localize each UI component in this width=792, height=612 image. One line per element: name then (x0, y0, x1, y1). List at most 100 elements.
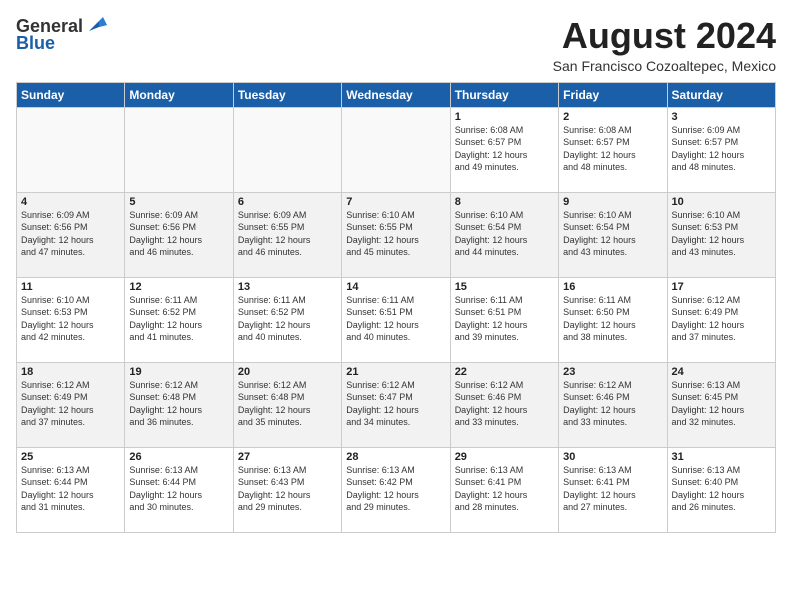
day-info: Sunrise: 6:08 AM Sunset: 6:57 PM Dayligh… (563, 124, 662, 174)
table-row: 27Sunrise: 6:13 AM Sunset: 6:43 PM Dayli… (233, 447, 341, 532)
day-number: 28 (346, 451, 445, 463)
day-info: Sunrise: 6:12 AM Sunset: 6:47 PM Dayligh… (346, 379, 445, 429)
day-number: 29 (455, 451, 554, 463)
table-row: 16Sunrise: 6:11 AM Sunset: 6:50 PM Dayli… (559, 277, 667, 362)
col-tuesday: Tuesday (233, 82, 341, 107)
calendar-week-row: 18Sunrise: 6:12 AM Sunset: 6:49 PM Dayli… (17, 362, 776, 447)
table-row: 14Sunrise: 6:11 AM Sunset: 6:51 PM Dayli… (342, 277, 450, 362)
day-info: Sunrise: 6:12 AM Sunset: 6:49 PM Dayligh… (21, 379, 120, 429)
table-row: 2Sunrise: 6:08 AM Sunset: 6:57 PM Daylig… (559, 107, 667, 192)
table-row: 4Sunrise: 6:09 AM Sunset: 6:56 PM Daylig… (17, 192, 125, 277)
table-row: 30Sunrise: 6:13 AM Sunset: 6:41 PM Dayli… (559, 447, 667, 532)
day-info: Sunrise: 6:11 AM Sunset: 6:51 PM Dayligh… (346, 294, 445, 344)
table-row: 12Sunrise: 6:11 AM Sunset: 6:52 PM Dayli… (125, 277, 233, 362)
day-number: 9 (563, 196, 662, 208)
day-number: 1 (455, 111, 554, 123)
table-row: 23Sunrise: 6:12 AM Sunset: 6:46 PM Dayli… (559, 362, 667, 447)
day-info: Sunrise: 6:13 AM Sunset: 6:44 PM Dayligh… (21, 464, 120, 514)
table-row: 10Sunrise: 6:10 AM Sunset: 6:53 PM Dayli… (667, 192, 775, 277)
table-row: 6Sunrise: 6:09 AM Sunset: 6:55 PM Daylig… (233, 192, 341, 277)
day-number: 17 (672, 281, 771, 293)
table-row: 17Sunrise: 6:12 AM Sunset: 6:49 PM Dayli… (667, 277, 775, 362)
table-row: 15Sunrise: 6:11 AM Sunset: 6:51 PM Dayli… (450, 277, 558, 362)
table-row: 18Sunrise: 6:12 AM Sunset: 6:49 PM Dayli… (17, 362, 125, 447)
subtitle: San Francisco Cozoaltepec, Mexico (553, 58, 776, 74)
day-info: Sunrise: 6:13 AM Sunset: 6:44 PM Dayligh… (129, 464, 228, 514)
day-info: Sunrise: 6:11 AM Sunset: 6:52 PM Dayligh… (129, 294, 228, 344)
day-number: 12 (129, 281, 228, 293)
col-friday: Friday (559, 82, 667, 107)
day-info: Sunrise: 6:13 AM Sunset: 6:42 PM Dayligh… (346, 464, 445, 514)
table-row: 22Sunrise: 6:12 AM Sunset: 6:46 PM Dayli… (450, 362, 558, 447)
day-number: 4 (21, 196, 120, 208)
table-row: 29Sunrise: 6:13 AM Sunset: 6:41 PM Dayli… (450, 447, 558, 532)
title-block: August 2024 San Francisco Cozoaltepec, M… (553, 16, 776, 74)
day-number: 11 (21, 281, 120, 293)
day-number: 15 (455, 281, 554, 293)
day-info: Sunrise: 6:09 AM Sunset: 6:55 PM Dayligh… (238, 209, 337, 259)
day-number: 3 (672, 111, 771, 123)
day-info: Sunrise: 6:13 AM Sunset: 6:45 PM Dayligh… (672, 379, 771, 429)
calendar-week-row: 1Sunrise: 6:08 AM Sunset: 6:57 PM Daylig… (17, 107, 776, 192)
day-info: Sunrise: 6:13 AM Sunset: 6:41 PM Dayligh… (455, 464, 554, 514)
day-info: Sunrise: 6:09 AM Sunset: 6:56 PM Dayligh… (21, 209, 120, 259)
table-row (17, 107, 125, 192)
table-row: 28Sunrise: 6:13 AM Sunset: 6:42 PM Dayli… (342, 447, 450, 532)
table-row (233, 107, 341, 192)
day-info: Sunrise: 6:10 AM Sunset: 6:55 PM Dayligh… (346, 209, 445, 259)
day-number: 19 (129, 366, 228, 378)
day-info: Sunrise: 6:12 AM Sunset: 6:49 PM Dayligh… (672, 294, 771, 344)
day-info: Sunrise: 6:10 AM Sunset: 6:54 PM Dayligh… (563, 209, 662, 259)
calendar-week-row: 11Sunrise: 6:10 AM Sunset: 6:53 PM Dayli… (17, 277, 776, 362)
main-title: August 2024 (553, 16, 776, 56)
col-monday: Monday (125, 82, 233, 107)
table-row (125, 107, 233, 192)
day-info: Sunrise: 6:10 AM Sunset: 6:54 PM Dayligh… (455, 209, 554, 259)
day-number: 6 (238, 196, 337, 208)
day-number: 20 (238, 366, 337, 378)
day-number: 5 (129, 196, 228, 208)
col-thursday: Thursday (450, 82, 558, 107)
day-info: Sunrise: 6:09 AM Sunset: 6:56 PM Dayligh… (129, 209, 228, 259)
day-number: 25 (21, 451, 120, 463)
day-info: Sunrise: 6:11 AM Sunset: 6:50 PM Dayligh… (563, 294, 662, 344)
day-info: Sunrise: 6:12 AM Sunset: 6:48 PM Dayligh… (238, 379, 337, 429)
logo: General Blue (16, 16, 107, 54)
table-row: 1Sunrise: 6:08 AM Sunset: 6:57 PM Daylig… (450, 107, 558, 192)
day-info: Sunrise: 6:11 AM Sunset: 6:51 PM Dayligh… (455, 294, 554, 344)
day-number: 16 (563, 281, 662, 293)
table-row: 5Sunrise: 6:09 AM Sunset: 6:56 PM Daylig… (125, 192, 233, 277)
table-row: 25Sunrise: 6:13 AM Sunset: 6:44 PM Dayli… (17, 447, 125, 532)
day-info: Sunrise: 6:10 AM Sunset: 6:53 PM Dayligh… (21, 294, 120, 344)
table-row: 3Sunrise: 6:09 AM Sunset: 6:57 PM Daylig… (667, 107, 775, 192)
logo-blue-text: Blue (16, 33, 55, 54)
day-number: 7 (346, 196, 445, 208)
day-number: 10 (672, 196, 771, 208)
day-info: Sunrise: 6:08 AM Sunset: 6:57 PM Dayligh… (455, 124, 554, 174)
day-info: Sunrise: 6:10 AM Sunset: 6:53 PM Dayligh… (672, 209, 771, 259)
day-number: 27 (238, 451, 337, 463)
day-number: 21 (346, 366, 445, 378)
table-row: 31Sunrise: 6:13 AM Sunset: 6:40 PM Dayli… (667, 447, 775, 532)
day-number: 2 (563, 111, 662, 123)
day-number: 23 (563, 366, 662, 378)
day-number: 13 (238, 281, 337, 293)
day-number: 14 (346, 281, 445, 293)
day-info: Sunrise: 6:13 AM Sunset: 6:41 PM Dayligh… (563, 464, 662, 514)
day-number: 18 (21, 366, 120, 378)
table-row (342, 107, 450, 192)
header: General Blue August 2024 San Francisco C… (16, 16, 776, 74)
calendar-week-row: 25Sunrise: 6:13 AM Sunset: 6:44 PM Dayli… (17, 447, 776, 532)
page: General Blue August 2024 San Francisco C… (0, 0, 792, 541)
table-row: 20Sunrise: 6:12 AM Sunset: 6:48 PM Dayli… (233, 362, 341, 447)
col-sunday: Sunday (17, 82, 125, 107)
day-info: Sunrise: 6:11 AM Sunset: 6:52 PM Dayligh… (238, 294, 337, 344)
day-info: Sunrise: 6:12 AM Sunset: 6:46 PM Dayligh… (563, 379, 662, 429)
day-number: 22 (455, 366, 554, 378)
day-info: Sunrise: 6:12 AM Sunset: 6:46 PM Dayligh… (455, 379, 554, 429)
calendar-header-row: Sunday Monday Tuesday Wednesday Thursday… (17, 82, 776, 107)
day-number: 24 (672, 366, 771, 378)
table-row: 11Sunrise: 6:10 AM Sunset: 6:53 PM Dayli… (17, 277, 125, 362)
day-info: Sunrise: 6:09 AM Sunset: 6:57 PM Dayligh… (672, 124, 771, 174)
table-row: 21Sunrise: 6:12 AM Sunset: 6:47 PM Dayli… (342, 362, 450, 447)
